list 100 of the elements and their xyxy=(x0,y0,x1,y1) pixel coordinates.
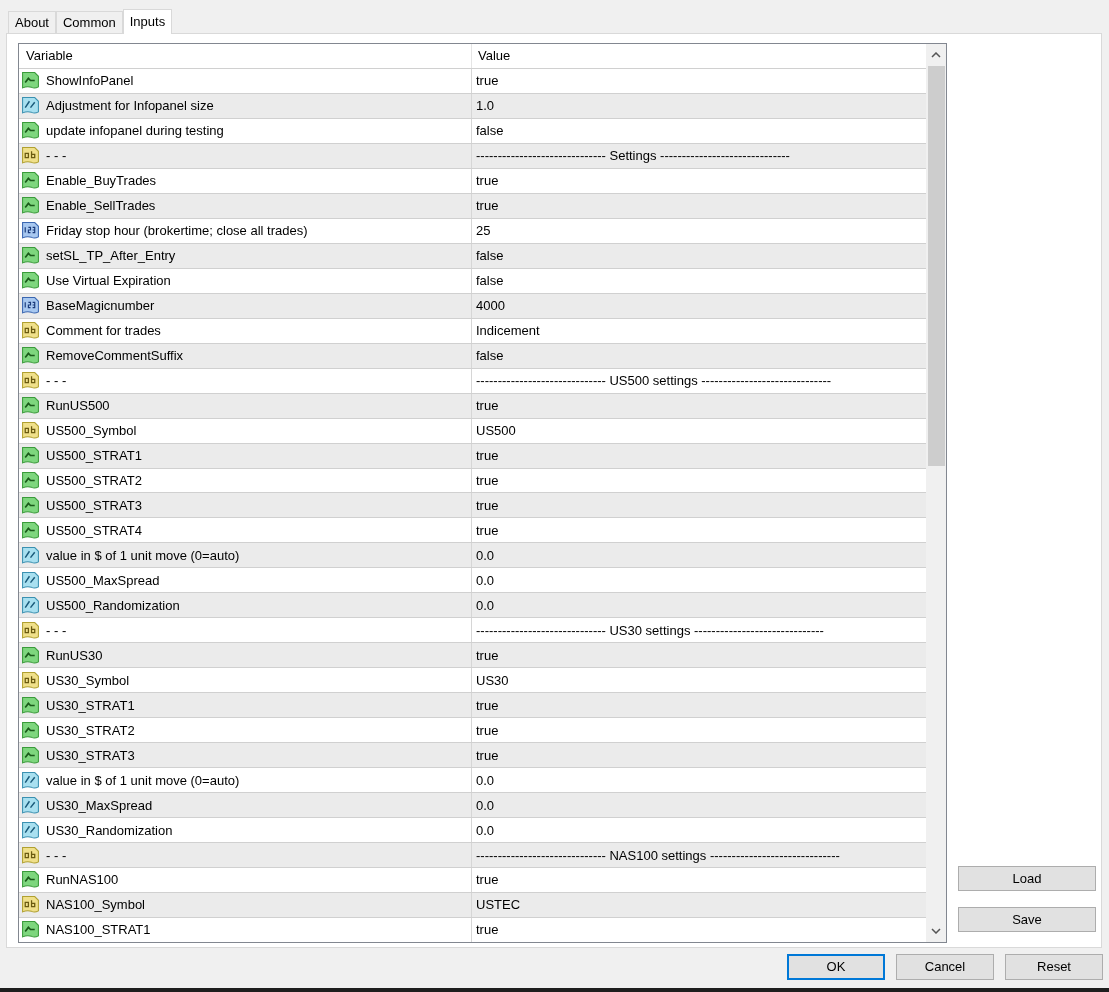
variable-cell: US500_Randomization xyxy=(46,597,180,613)
value-cell[interactable]: ------------------------------ US30 settings ------------------------------ xyxy=(476,622,824,638)
variable-cell: NAS100_Symbol xyxy=(46,897,145,913)
value-cell[interactable]: true xyxy=(476,497,499,513)
value-cell[interactable]: 0.0 xyxy=(476,772,495,788)
fraction-icon xyxy=(21,770,40,790)
value-cell[interactable]: 1.0 xyxy=(476,98,495,114)
fraction-icon xyxy=(21,570,40,590)
tab[interactable]: Common xyxy=(56,11,123,33)
value-cell[interactable]: US30 xyxy=(476,672,509,688)
value-cell[interactable]: 0.0 xyxy=(476,797,495,813)
value-cell[interactable]: true xyxy=(476,747,499,763)
dialog-button[interactable]: Save xyxy=(958,907,1096,932)
value-cell[interactable]: true xyxy=(476,198,499,214)
switch-icon xyxy=(21,396,40,416)
variable-cell: - - - xyxy=(46,847,67,863)
value-cell[interactable]: true xyxy=(476,722,499,738)
value-cell[interactable]: false xyxy=(476,123,504,139)
dialog-button[interactable]: OK xyxy=(787,953,885,980)
value-cell[interactable]: false xyxy=(476,248,504,264)
value-cell[interactable]: 25 xyxy=(476,223,491,239)
tab[interactable]: Inputs xyxy=(122,9,173,34)
fraction-icon xyxy=(21,595,40,615)
scroll-up-icon[interactable] xyxy=(931,52,941,58)
fraction-icon xyxy=(21,795,40,815)
value-cell[interactable]: Indicement xyxy=(476,323,540,339)
value-cell[interactable]: US500 xyxy=(476,423,516,439)
value-cell[interactable]: false xyxy=(476,348,504,364)
value-cell[interactable]: true xyxy=(476,173,499,189)
switch-icon xyxy=(21,720,40,740)
value-cell[interactable]: true xyxy=(476,697,499,713)
dialog-button[interactable]: Reset xyxy=(1005,953,1103,980)
switch-icon xyxy=(21,471,40,490)
tab[interactable]: About xyxy=(8,11,56,33)
variable-cell: ShowInfoPanel xyxy=(46,73,134,89)
switch-icon xyxy=(21,271,40,291)
text-icon xyxy=(21,146,40,166)
variable-cell: Enable_BuyTrades xyxy=(46,173,157,189)
text-icon xyxy=(21,670,40,690)
value-cell[interactable]: 0.0 xyxy=(476,547,495,563)
value-cell[interactable]: ------------------------------ US500 settings ------------------------------ xyxy=(476,373,832,389)
value-cell[interactable]: ------------------------------ Settings ------------------------------ xyxy=(476,148,790,164)
variable-cell: - - - xyxy=(46,373,67,389)
switch-icon xyxy=(21,346,40,366)
dialog-button[interactable]: Load xyxy=(958,866,1096,891)
fraction-icon xyxy=(21,545,40,565)
switch-icon xyxy=(21,745,40,765)
variable-cell: Adjustment for Infopanel size xyxy=(46,98,214,114)
switch-icon xyxy=(21,446,40,465)
value-cell[interactable]: false xyxy=(476,273,504,289)
value-cell[interactable]: true xyxy=(476,398,499,414)
value-cell[interactable]: true xyxy=(476,872,499,888)
variable-cell: Friday stop hour (brokertime; close all trades) xyxy=(46,223,308,239)
value-cell[interactable]: true xyxy=(476,522,499,538)
switch-icon xyxy=(21,196,40,216)
switch-icon xyxy=(21,520,40,540)
variable-cell: value in $ of 1 unit move (0=auto) xyxy=(46,772,240,788)
text-icon xyxy=(21,620,40,640)
text-icon xyxy=(21,321,40,341)
variable-cell: US500_STRAT1 xyxy=(46,448,142,463)
variable-cell: update infopanel during testing xyxy=(46,123,224,139)
fraction-icon xyxy=(21,96,40,116)
switch-icon xyxy=(21,920,40,940)
variable-cell: US30_Symbol xyxy=(46,672,130,688)
text-icon xyxy=(21,421,40,441)
value-cell[interactable]: true xyxy=(476,448,499,463)
variable-cell: value in $ of 1 unit move (0=auto) xyxy=(46,547,240,563)
scroll-down-icon[interactable] xyxy=(931,928,941,934)
value-cell[interactable]: USTEC xyxy=(476,897,521,913)
column-header[interactable]: Value xyxy=(472,44,926,68)
variable-cell: US30_STRAT2 xyxy=(46,722,135,738)
variable-cell: RunUS30 xyxy=(46,647,103,663)
variable-cell: US30_STRAT3 xyxy=(46,747,135,763)
variable-cell: US500_STRAT2 xyxy=(46,473,142,488)
value-cell[interactable]: 4000 xyxy=(476,298,505,314)
scrollbar[interactable] xyxy=(926,44,946,942)
switch-icon xyxy=(21,121,40,141)
switch-icon xyxy=(21,246,40,266)
variable-cell: - - - xyxy=(46,622,67,638)
variable-cell: US30_Randomization xyxy=(46,822,173,838)
variable-cell: RemoveCommentSuffix xyxy=(46,348,184,364)
value-cell[interactable]: true xyxy=(476,473,499,488)
dialog-button[interactable]: Cancel xyxy=(896,953,994,980)
number-icon xyxy=(21,296,40,316)
switch-icon xyxy=(21,870,40,890)
value-cell[interactable]: 0.0 xyxy=(476,822,495,838)
text-icon xyxy=(21,845,40,865)
value-cell[interactable]: true xyxy=(476,922,499,938)
value-cell[interactable]: true xyxy=(476,647,499,663)
value-cell[interactable]: true xyxy=(476,73,499,89)
value-cell[interactable]: 0.0 xyxy=(476,597,495,613)
variable-cell: RunUS500 xyxy=(46,398,110,414)
variable-cell: Use Virtual Expiration xyxy=(46,273,171,289)
value-cell[interactable]: 0.0 xyxy=(476,572,495,588)
variable-cell: US500_STRAT4 xyxy=(46,522,142,538)
switch-icon xyxy=(21,645,40,665)
variable-cell: US30_MaxSpread xyxy=(46,797,153,813)
value-cell[interactable]: ------------------------------ NAS100 settings ------------------------------ xyxy=(476,847,840,863)
variable-cell: Comment for trades xyxy=(46,323,161,339)
variable-cell: BaseMagicnumber xyxy=(46,298,155,314)
